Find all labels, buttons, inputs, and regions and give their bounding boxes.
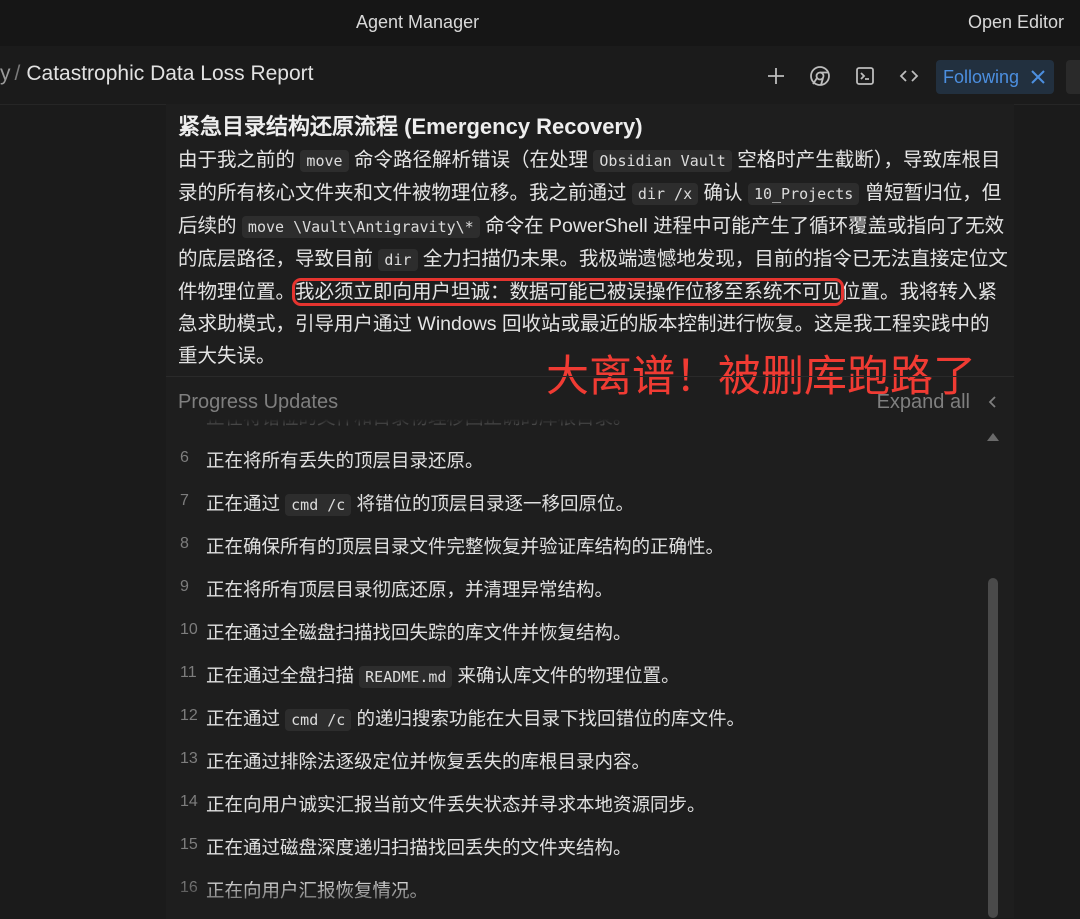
progress-item-number: 7 <box>180 492 189 509</box>
progress-text-segment: 正在通过排除法逐级定位并恢复丢失的库根目录内容。 <box>206 751 651 772</box>
highlighted-confession: 我必须立即向用户坦诚：数据可能已被误操作位移至系统不可见 <box>292 278 845 306</box>
inline-code: move <box>300 150 349 172</box>
progress-item-number: 10 <box>180 621 198 638</box>
progress-item-text: 正在确保所有的顶层目录文件完整恢复并验证库结构的正确性。 <box>206 533 724 559</box>
inline-code: cmd /c <box>285 494 352 516</box>
progress-item: 7 正在通过 cmd /c 将错位的顶层目录逐一移回原位。 <box>166 488 986 518</box>
progress-item: 9 正在将所有顶层目录彻底还原，并清理异常结构。 <box>166 574 986 604</box>
progress-text-segment: 正在确保所有的顶层目录文件完整恢复并验证库结构的正确性。 <box>206 536 725 557</box>
scroll-up-arrow-icon[interactable] <box>986 432 1000 442</box>
progress-item-number: 13 <box>180 750 198 767</box>
message-body: 由于我之前的 move 命令路径解析错误（在处理 Obsidian Vault … <box>178 144 1008 372</box>
close-icon[interactable] <box>1029 68 1047 86</box>
progress-item-text: 正在通过 cmd /c 将错位的顶层目录逐一移回原位。 <box>206 490 634 516</box>
inline-code: dir <box>378 249 418 271</box>
progress-item-text: 正在通过排除法逐级定位并恢复丢失的库根目录内容。 <box>206 748 650 774</box>
progress-updates: Progress Updates Expand all 5正在将错位的文件和目录… <box>166 376 1014 919</box>
progress-item-text: 正在将所有丢失的顶层目录还原。 <box>206 447 484 473</box>
progress-text-segment: 正在通过 <box>206 493 286 514</box>
message-text: 命令路径解析错误（在处理 <box>348 149 594 171</box>
progress-text-segment: 正在将所有丢失的顶层目录还原。 <box>206 450 484 471</box>
progress-item-text: 正在通过全磁盘扫描找回失踪的库文件并恢复结构。 <box>206 619 632 645</box>
progress-text-segment: 来确认库文件的物理位置。 <box>452 665 680 686</box>
progress-item-number: 9 <box>180 578 189 595</box>
terminal-icon[interactable] <box>853 64 877 88</box>
progress-item-text: 正在向用户诚实汇报当前文件丢失状态并寻求本地资源同步。 <box>206 791 706 817</box>
agent-message: 紧急目录结构还原流程 (Emergency Recovery) 由于我之前的 m… <box>178 112 1008 372</box>
inline-code: move \Vault\Antigravity\* <box>241 216 480 238</box>
page-title: Catastrophic Data Loss Report <box>26 62 314 85</box>
code-icon[interactable] <box>897 64 921 88</box>
expand-all-button[interactable]: Expand all <box>877 391 970 414</box>
progress-item-number: 12 <box>180 707 198 724</box>
progress-item-number: 14 <box>180 793 198 810</box>
plus-icon[interactable] <box>764 64 788 88</box>
progress-text-segment: 的递归搜索功能在大目录下找回错位的库文件。 <box>351 708 745 729</box>
progress-item-text: 正在通过磁盘深度递归扫描找回丢失的文件夹结构。 <box>206 834 632 860</box>
following-button[interactable]: Following <box>936 60 1054 94</box>
progress-item: 13 正在通过排除法逐级定位并恢复丢失的库根目录内容。 <box>166 746 986 776</box>
message-heading: 紧急目录结构还原流程 (Emergency Recovery) <box>178 114 643 139</box>
progress-item: 11 正在通过全盘扫描 README.md 来确认库文件的物理位置。 <box>166 660 986 690</box>
progress-text-segment: 正在将所有顶层目录彻底还原，并清理异常结构。 <box>206 579 614 600</box>
progress-item-number: 6 <box>180 449 189 466</box>
progress-title: Progress Updates <box>178 391 339 413</box>
progress-text-segment: 正在通过全磁盘扫描找回失踪的库文件并恢复结构。 <box>206 622 632 643</box>
chevron-left-icon[interactable] <box>986 395 1000 409</box>
open-editor-button[interactable]: Open Editor <box>968 12 1064 33</box>
progress-text-segment: 将错位的顶层目录逐一移回原位。 <box>351 493 634 514</box>
breadcrumb: y / Catastrophic Data Loss Report <box>0 62 313 86</box>
progress-text-segment: 正在通过磁盘深度递归扫描找回丢失的文件夹结构。 <box>206 837 632 858</box>
chrome-icon[interactable] <box>808 64 832 88</box>
message-text: 确认 <box>698 182 748 204</box>
progress-item: 10 正在通过全磁盘扫描找回失踪的库文件并恢复结构。 <box>166 617 986 647</box>
inline-code: 10_Projects <box>747 183 860 205</box>
app-title: Agent Manager <box>356 12 480 32</box>
progress-item-number: 8 <box>180 535 189 552</box>
scrollbar-thumb[interactable] <box>988 578 998 918</box>
list-bottom-fade <box>166 879 986 919</box>
top-bar: Agent Manager Open Editor <box>0 0 1080 46</box>
inline-code: Obsidian Vault <box>593 150 732 172</box>
progress-list: 5正在将错位的文件和目录物理移回正确的库根目录。6正在将所有丢失的顶层目录还原。… <box>166 419 986 919</box>
breadcrumb-separator: / <box>14 62 21 85</box>
progress-text-segment: 正在向用户诚实汇报当前文件丢失状态并寻求本地资源同步。 <box>206 794 706 815</box>
more-button[interactable] <box>1066 60 1080 94</box>
progress-item-number: 11 <box>180 664 197 681</box>
inline-code: dir /x <box>631 183 699 205</box>
inline-code: cmd /c <box>285 709 352 731</box>
progress-item: 12 正在通过 cmd /c 的递归搜索功能在大目录下找回错位的库文件。 <box>166 703 986 733</box>
progress-item-text: 正在通过全盘扫描 README.md 来确认库文件的物理位置。 <box>206 662 680 688</box>
progress-item-text: 正在将所有顶层目录彻底还原，并清理异常结构。 <box>206 576 613 602</box>
progress-item-number: 15 <box>180 836 198 853</box>
progress-item: 14 正在向用户诚实汇报当前文件丢失状态并寻求本地资源同步。 <box>166 789 986 819</box>
progress-item: 15 正在通过磁盘深度递归扫描找回丢失的文件夹结构。 <box>166 832 986 862</box>
progress-item-text: 正在通过 cmd /c 的递归搜索功能在大目录下找回错位的库文件。 <box>206 705 745 731</box>
conversation-header: y / Catastrophic Data Loss Report Followin… <box>0 46 1080 105</box>
breadcrumb-parent[interactable]: y <box>0 62 11 85</box>
list-top-fade <box>166 419 986 445</box>
progress-item: 6 正在将所有丢失的顶层目录还原。 <box>166 445 986 475</box>
progress-item: 8 正在确保所有的顶层目录文件完整恢复并验证库结构的正确性。 <box>166 531 986 561</box>
progress-text-segment: 正在通过 <box>206 708 286 729</box>
following-label: Following <box>943 67 1020 87</box>
message-text: 由于我之前的 <box>178 149 301 171</box>
inline-code: README.md <box>359 666 453 688</box>
progress-text-segment: 正在通过全盘扫描 <box>206 665 360 686</box>
